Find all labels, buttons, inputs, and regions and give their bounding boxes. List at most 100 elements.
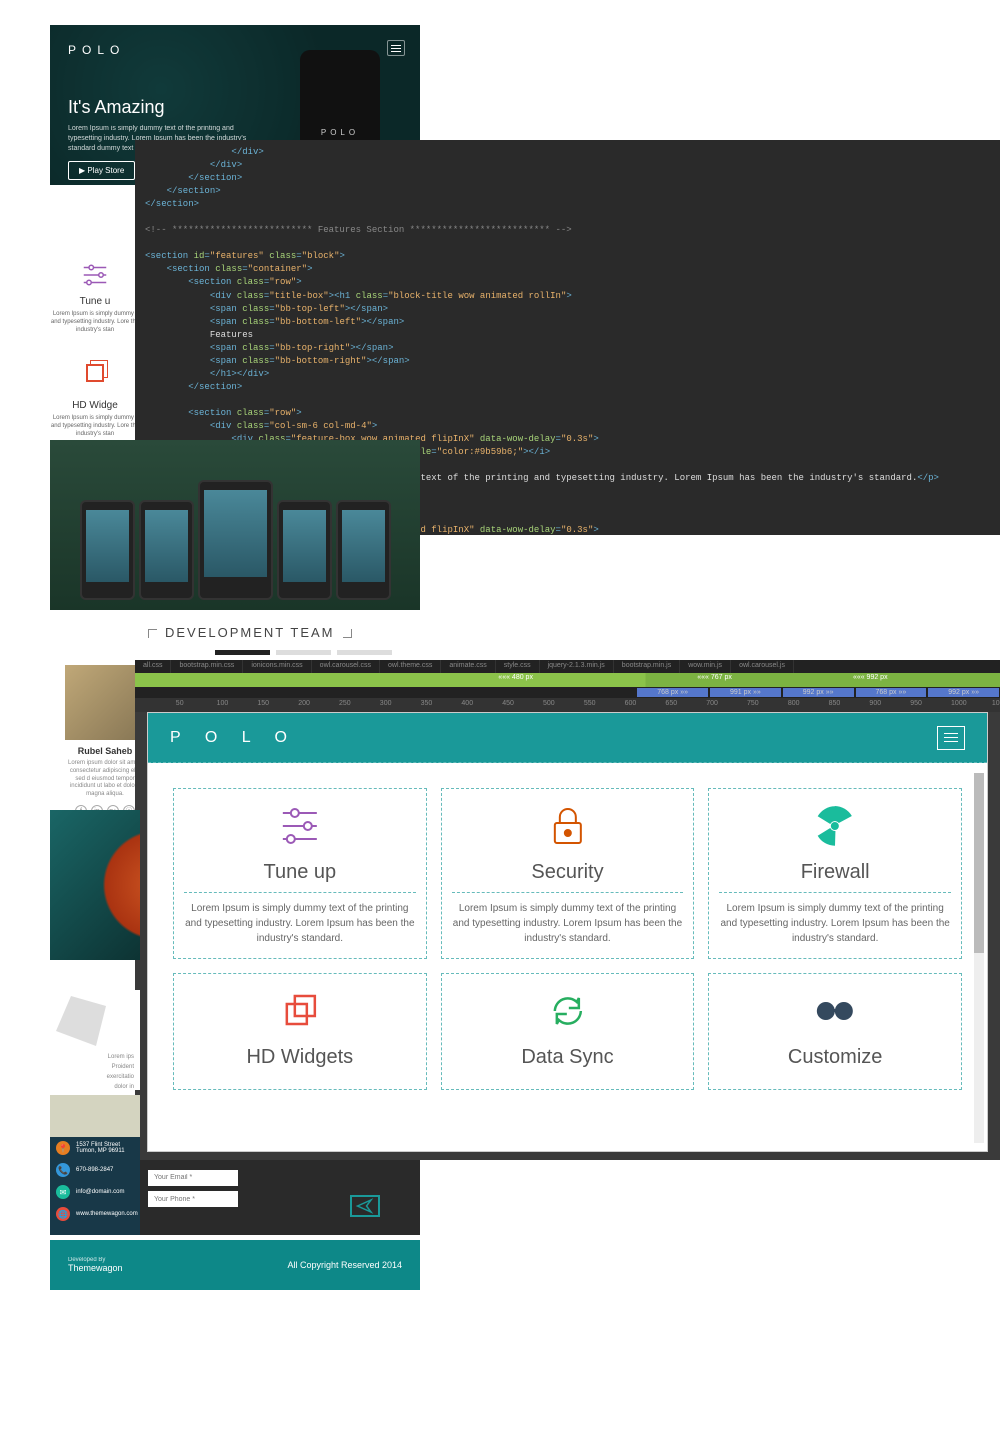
footer-copyright: All Copyright Reserved 2014 [287, 1260, 402, 1270]
file-tab[interactable]: jquery-2.1.3.min.js [540, 660, 614, 673]
sliders-icon [80, 260, 110, 290]
ruler-tick: 850 [829, 700, 841, 707]
testimonial-fragment [50, 810, 140, 960]
side-feature-desc: Lorem Ipsum is simply dummy t and typese… [50, 415, 140, 438]
member-photo [65, 665, 140, 740]
footer: Developed By Themewagon All Copyright Re… [50, 1240, 420, 1290]
file-tab[interactable]: owl.carousel.css [312, 660, 380, 673]
playstore-button[interactable]: ▶ Play Store [68, 161, 135, 180]
nuclear-icon [719, 801, 951, 851]
ruler-tick: 100 [217, 700, 229, 707]
feature-title: Security [452, 861, 684, 884]
side-feature-title: HD Widge [50, 400, 140, 411]
ruler-tick: 250 [339, 700, 351, 707]
file-tab[interactable]: animate.css [441, 660, 495, 673]
bp-chip: 992 px »» [783, 688, 854, 697]
preview-header: P O L O [148, 713, 987, 763]
breakpoint-mark: ««« 480 px [498, 674, 533, 681]
quote-fragment: Lorem ips Proident exercitatio dolor in [50, 990, 140, 1090]
preview-menu-button[interactable] [937, 726, 965, 750]
ruler-tick: 150 [257, 700, 269, 707]
file-tab[interactable]: style.css [496, 660, 540, 673]
ruler-tick: 200 [298, 700, 310, 707]
bp-chip: 992 px »» [928, 688, 999, 697]
ruler-tick: 50 [176, 700, 184, 707]
feature-title: Customize [719, 1046, 951, 1069]
copy-icon [80, 364, 110, 394]
devtools-panel: all.cssbootstrap.min.cssionicons.min.css… [135, 660, 1000, 1160]
quote-line: exercitatio [50, 1072, 140, 1082]
contact-text: info@domain.com [76, 1189, 124, 1195]
contact-text: 670-898-2847 [76, 1167, 113, 1173]
feature-title: HD Widgets [184, 1046, 416, 1069]
devices-showcase [50, 440, 420, 610]
ruler-tick: 800 [788, 700, 800, 707]
ruler-tick: 1000 [951, 700, 967, 707]
quote-line: dolor in [50, 1082, 140, 1092]
file-tab[interactable]: bootstrap.min.css [171, 660, 243, 673]
sliders-icon [184, 801, 416, 851]
phone-input[interactable] [148, 1191, 238, 1207]
breakpoint-strip: 768 px »»991 px »»992 px »»768 px »»992 … [135, 687, 1000, 698]
member-name: Rubel Saheb [65, 746, 145, 756]
file-tab[interactable]: ionicons.min.css [243, 660, 311, 673]
logo-shape [56, 996, 106, 1046]
side-feature-desc: Lorem Ipsum is simply dummy t and typese… [50, 311, 140, 334]
feature-title: Firewall [719, 861, 951, 884]
file-tab[interactable]: wow.min.js [680, 660, 731, 673]
contact-icon: 🌐 [56, 1207, 70, 1221]
email-input[interactable] [148, 1170, 238, 1186]
file-tab[interactable]: owl.carousel.js [731, 660, 794, 673]
ruler-tick: 550 [584, 700, 596, 707]
feature-box-customize: Customize [708, 973, 962, 1090]
ruler-tick: 700 [706, 700, 718, 707]
file-tab[interactable]: all.css [135, 660, 171, 673]
contact-form [140, 1160, 420, 1235]
ruler-tick: 400 [461, 700, 473, 707]
menu-button[interactable] [387, 40, 405, 56]
team-tabs[interactable] [215, 650, 392, 655]
ruler-tick: 300 [380, 700, 392, 707]
devtools-file-tabs[interactable]: all.cssbootstrap.min.cssionicons.min.css… [135, 660, 1000, 673]
feature-title: Tune up [184, 861, 416, 884]
quote-line: Proident [50, 1062, 140, 1072]
scrollbar[interactable] [974, 773, 984, 1143]
contact-text: 1537 Flint StreetTumon, MP 96911 [76, 1142, 125, 1154]
member-bio: Lorem ipsum dolor sit amet, consectetur … [65, 760, 145, 799]
preview-logo: P O L O [170, 729, 297, 747]
ruler-tick: 600 [625, 700, 637, 707]
lock-icon [452, 801, 684, 851]
send-button[interactable] [350, 1195, 380, 1217]
feature-box-hd widgets: HD Widgets [173, 973, 427, 1090]
ruler-tick: 650 [665, 700, 677, 707]
bp-chip: 768 px »» [637, 688, 708, 697]
features-grid: Tune up Lorem Ipsum is simply dummy text… [148, 763, 987, 1115]
ruler-tick: 500 [543, 700, 555, 707]
contact-icon: ✉ [56, 1185, 70, 1199]
ruler-tick: 900 [869, 700, 881, 707]
ruler-tick: 350 [421, 700, 433, 707]
feature-desc: Lorem Ipsum is simply dummy text of the … [452, 892, 684, 946]
ruler-tick: 750 [747, 700, 759, 707]
file-tab[interactable]: owl.theme.css [380, 660, 441, 673]
ruler: 50 100 150 200 250 300 350 400 450 500 550 600 650 70… [135, 698, 1000, 712]
glasses-icon [719, 986, 951, 1036]
contact-item: 📍 1537 Flint StreetTumon, MP 96911 [50, 1137, 140, 1159]
footer-brand[interactable]: Themewagon [68, 1263, 123, 1273]
contact-icon: 📍 [56, 1141, 70, 1155]
feature-title: Data Sync [452, 1046, 684, 1069]
ruler-tick: 450 [502, 700, 514, 707]
contact-item: ✉ info@domain.com [50, 1181, 140, 1203]
feature-box-firewall: Firewall Lorem Ipsum is simply dummy tex… [708, 788, 962, 959]
file-tab[interactable]: bootstrap.min.js [614, 660, 680, 673]
team-heading: DEVELOPMENT TEAM [140, 625, 360, 640]
contact-item: 📞 670-898-2847 [50, 1159, 140, 1181]
sync-icon [452, 986, 684, 1036]
side-feature-tuneup: Tune u Lorem Ipsum is simply dummy t and… [50, 260, 140, 334]
bp-chip: 768 px »» [856, 688, 927, 697]
responsive-preview: P O L O Tune up Lorem Ipsum is simply du… [147, 712, 988, 1152]
breakpoint-bar[interactable]: ««« 480 px««« 767 px««« 992 px [135, 673, 1000, 687]
contact-icon: 📞 [56, 1163, 70, 1177]
bp-chip: 991 px »» [710, 688, 781, 697]
breakpoint-mark: ««« 767 px [697, 674, 732, 681]
